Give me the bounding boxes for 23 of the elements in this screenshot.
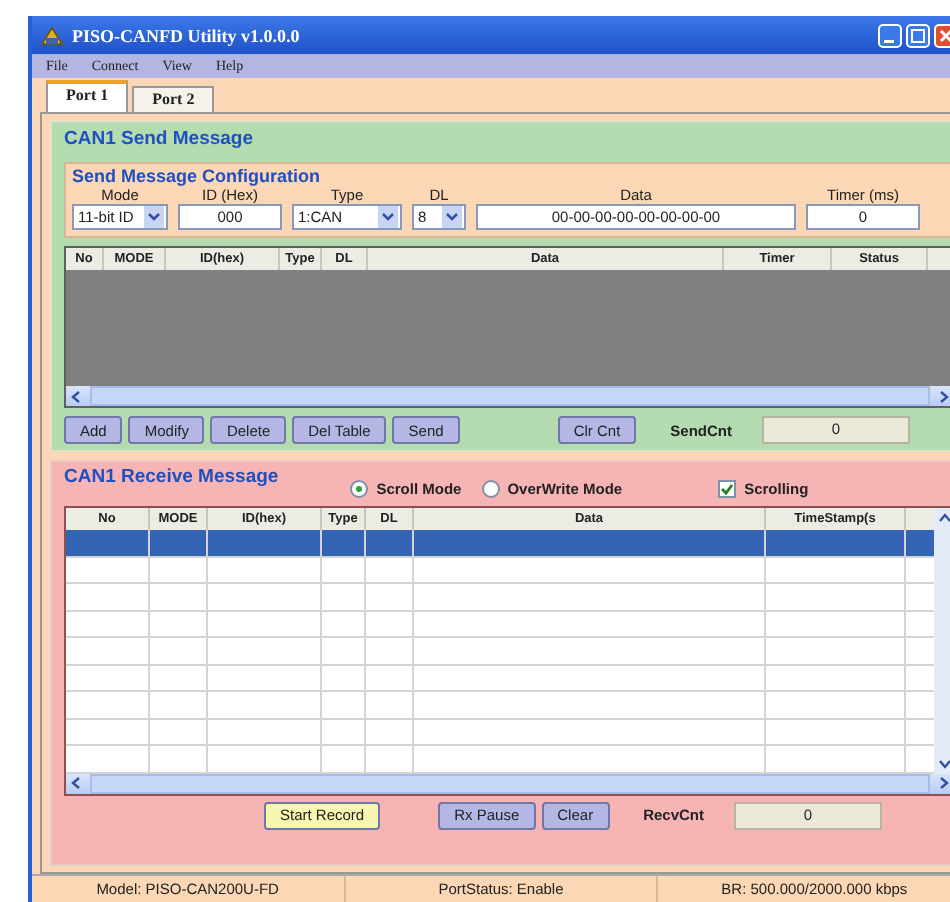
chevron-down-icon[interactable] [937, 757, 950, 769]
panel-title: CAN1 Send Message [64, 128, 256, 150]
panel-title: CAN1 Receive Message [64, 466, 279, 488]
window-title: PISO-CANFD Utility v1.0.0.0 [72, 25, 302, 45]
chevron-up-icon[interactable] [937, 512, 950, 524]
chevron-right-icon[interactable] [938, 776, 950, 790]
horizontal-scrollbar[interactable] [66, 386, 950, 406]
caret-icon [144, 206, 164, 228]
chevron-left-icon[interactable] [70, 389, 82, 403]
app-icon [40, 24, 64, 46]
tab[interactable]: Port 1 [46, 80, 129, 112]
maximize-icon[interactable] [906, 23, 930, 47]
caret-icon [378, 206, 398, 228]
chevron-left-icon[interactable] [70, 776, 82, 790]
vertical-scrollbar[interactable] [934, 508, 950, 773]
check-icon [720, 482, 735, 496]
minimize-icon[interactable] [878, 23, 902, 47]
table-row[interactable] [66, 530, 934, 557]
group-title: Send Message Configuration [72, 166, 323, 186]
caret-icon [442, 206, 462, 228]
tab[interactable]: Port 2 [132, 86, 215, 112]
horizontal-scrollbar[interactable] [66, 773, 950, 793]
chevron-right-icon[interactable] [938, 389, 950, 403]
